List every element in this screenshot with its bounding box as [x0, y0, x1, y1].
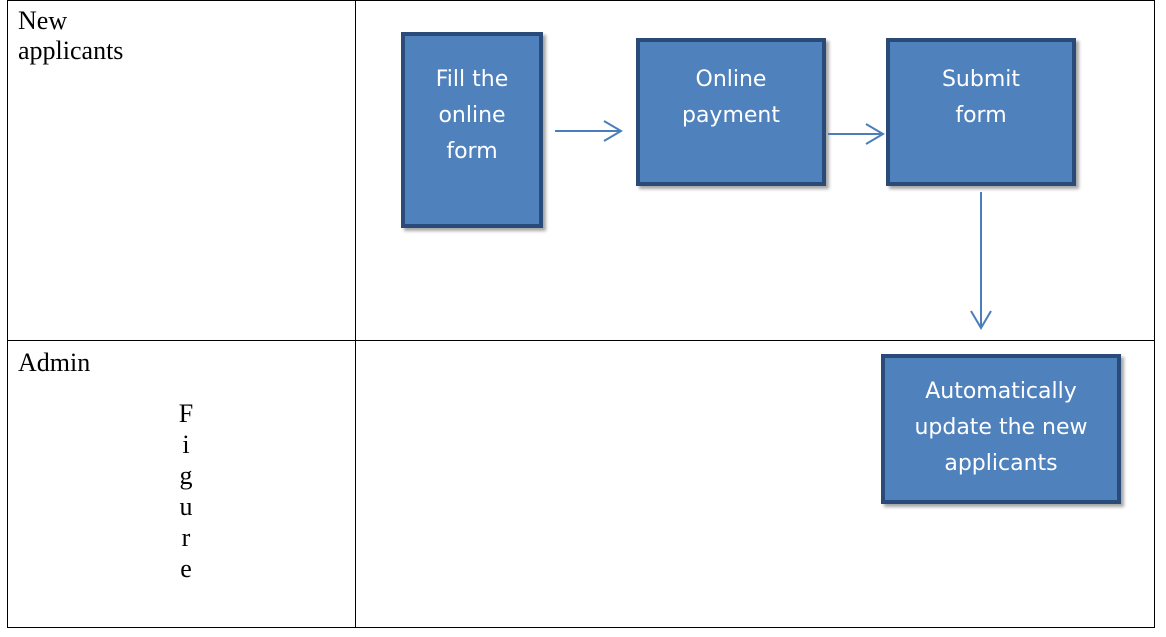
label-column-divider [355, 0, 356, 628]
vertical-letter: e [180, 554, 192, 583]
process-box-fill-online-form: Fill the online form [401, 32, 543, 228]
process-box-online-payment: Online payment [636, 38, 826, 186]
process-box-label: Fill the online form [435, 67, 509, 164]
lane-label-new-applicants: New applicants [18, 6, 124, 65]
lane-label-admin: Admin [18, 348, 91, 377]
process-box-submit-form: Submit form [886, 38, 1076, 186]
lane-divider [7, 340, 1155, 341]
table-bottom-border [7, 627, 1155, 628]
process-box-automatically-update: Automatically update the new applicants [881, 354, 1121, 504]
process-box-label: Automatically update the new applicants [914, 379, 1088, 476]
process-box-label: Submit form [941, 67, 1021, 128]
vertical-letter: g [179, 461, 193, 490]
table-right-border [1154, 0, 1155, 628]
vertical-letter: F [178, 399, 194, 428]
vertical-figure-text: F i g u r e [176, 398, 196, 584]
vertical-letter: u [179, 492, 193, 521]
process-box-label: Online payment [681, 67, 780, 128]
vertical-letter: i [182, 430, 190, 459]
vertical-letter: r [181, 523, 191, 552]
table-left-border [7, 0, 8, 628]
table-top-border [7, 0, 1155, 1]
